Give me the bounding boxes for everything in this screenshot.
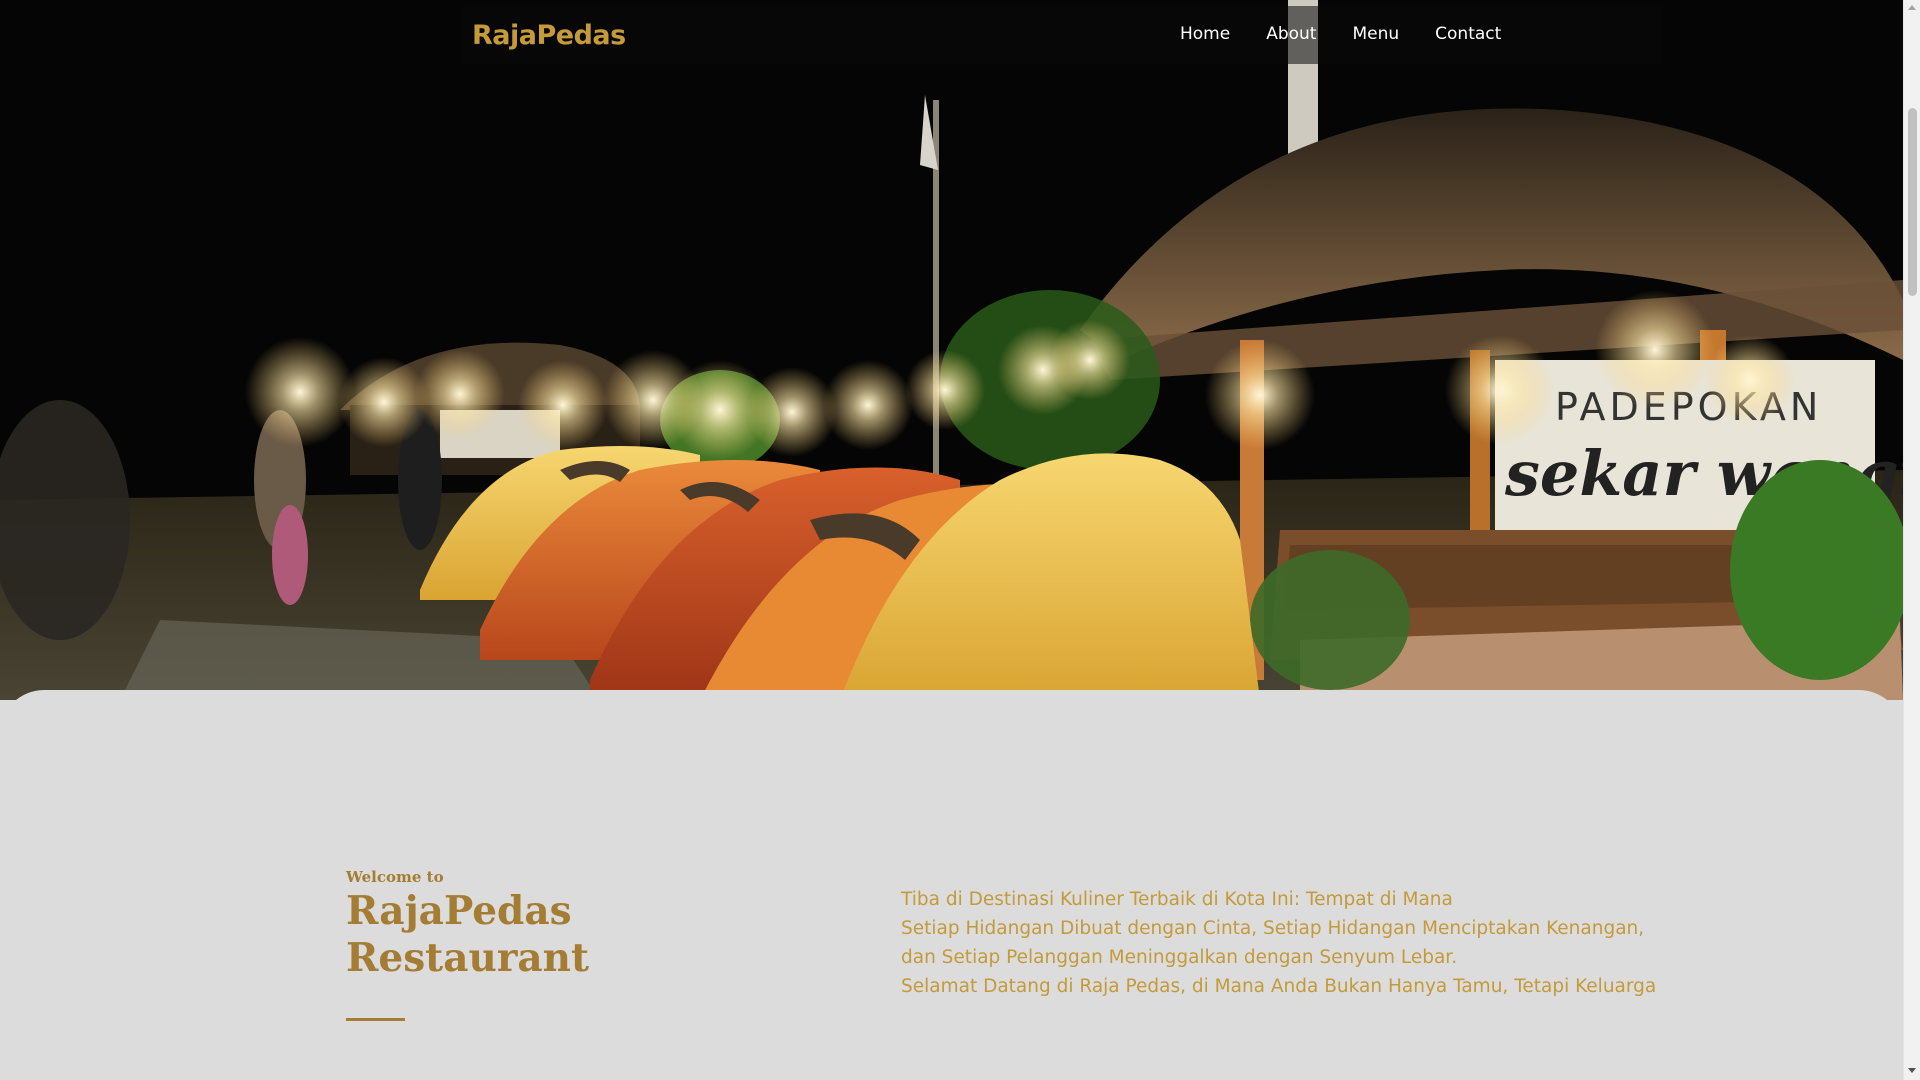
- intro-description: Tiba di Destinasi Kuliner Terbaik di Kot…: [901, 885, 1701, 1001]
- page: PADEPOKAN sekar wangi RajaPedas Home Abo…: [0, 0, 1903, 1080]
- brand-logo[interactable]: RajaPedas: [472, 20, 626, 51]
- vertical-scrollbar[interactable]: [1903, 0, 1920, 1080]
- description-line: Setiap Hidangan Dibuat dengan Cinta, Set…: [901, 918, 1645, 939]
- description-line: Selamat Datang di Raja Pedas, di Mana An…: [901, 976, 1657, 997]
- nav-link-about[interactable]: About: [1266, 24, 1316, 44]
- scroll-down-arrow-icon[interactable]: [1908, 1068, 1916, 1073]
- hero-image: PADEPOKAN sekar wangi: [0, 0, 1903, 700]
- restaurant-title-line2: Restaurant: [346, 935, 590, 981]
- welcome-label: Welcome to: [346, 868, 444, 886]
- scroll-up-arrow-icon[interactable]: [1908, 5, 1916, 10]
- nav-link-contact[interactable]: Contact: [1435, 24, 1501, 44]
- hero-scene: PADEPOKAN sekar wangi: [0, 0, 1903, 700]
- restaurant-title-line1: RajaPedas: [346, 888, 572, 934]
- description-line: Tiba di Destinasi Kuliner Terbaik di Kot…: [901, 889, 1453, 910]
- title-underline: [346, 1018, 405, 1021]
- scrollbar-thumb[interactable]: [1908, 108, 1917, 296]
- nav-link-home[interactable]: Home: [1180, 24, 1230, 44]
- nav-menu: Home About Menu Contact: [1180, 24, 1501, 44]
- description-line: dan Setiap Pelanggan Meninggalkan dengan…: [901, 947, 1458, 968]
- nav-link-menu[interactable]: Menu: [1352, 24, 1399, 44]
